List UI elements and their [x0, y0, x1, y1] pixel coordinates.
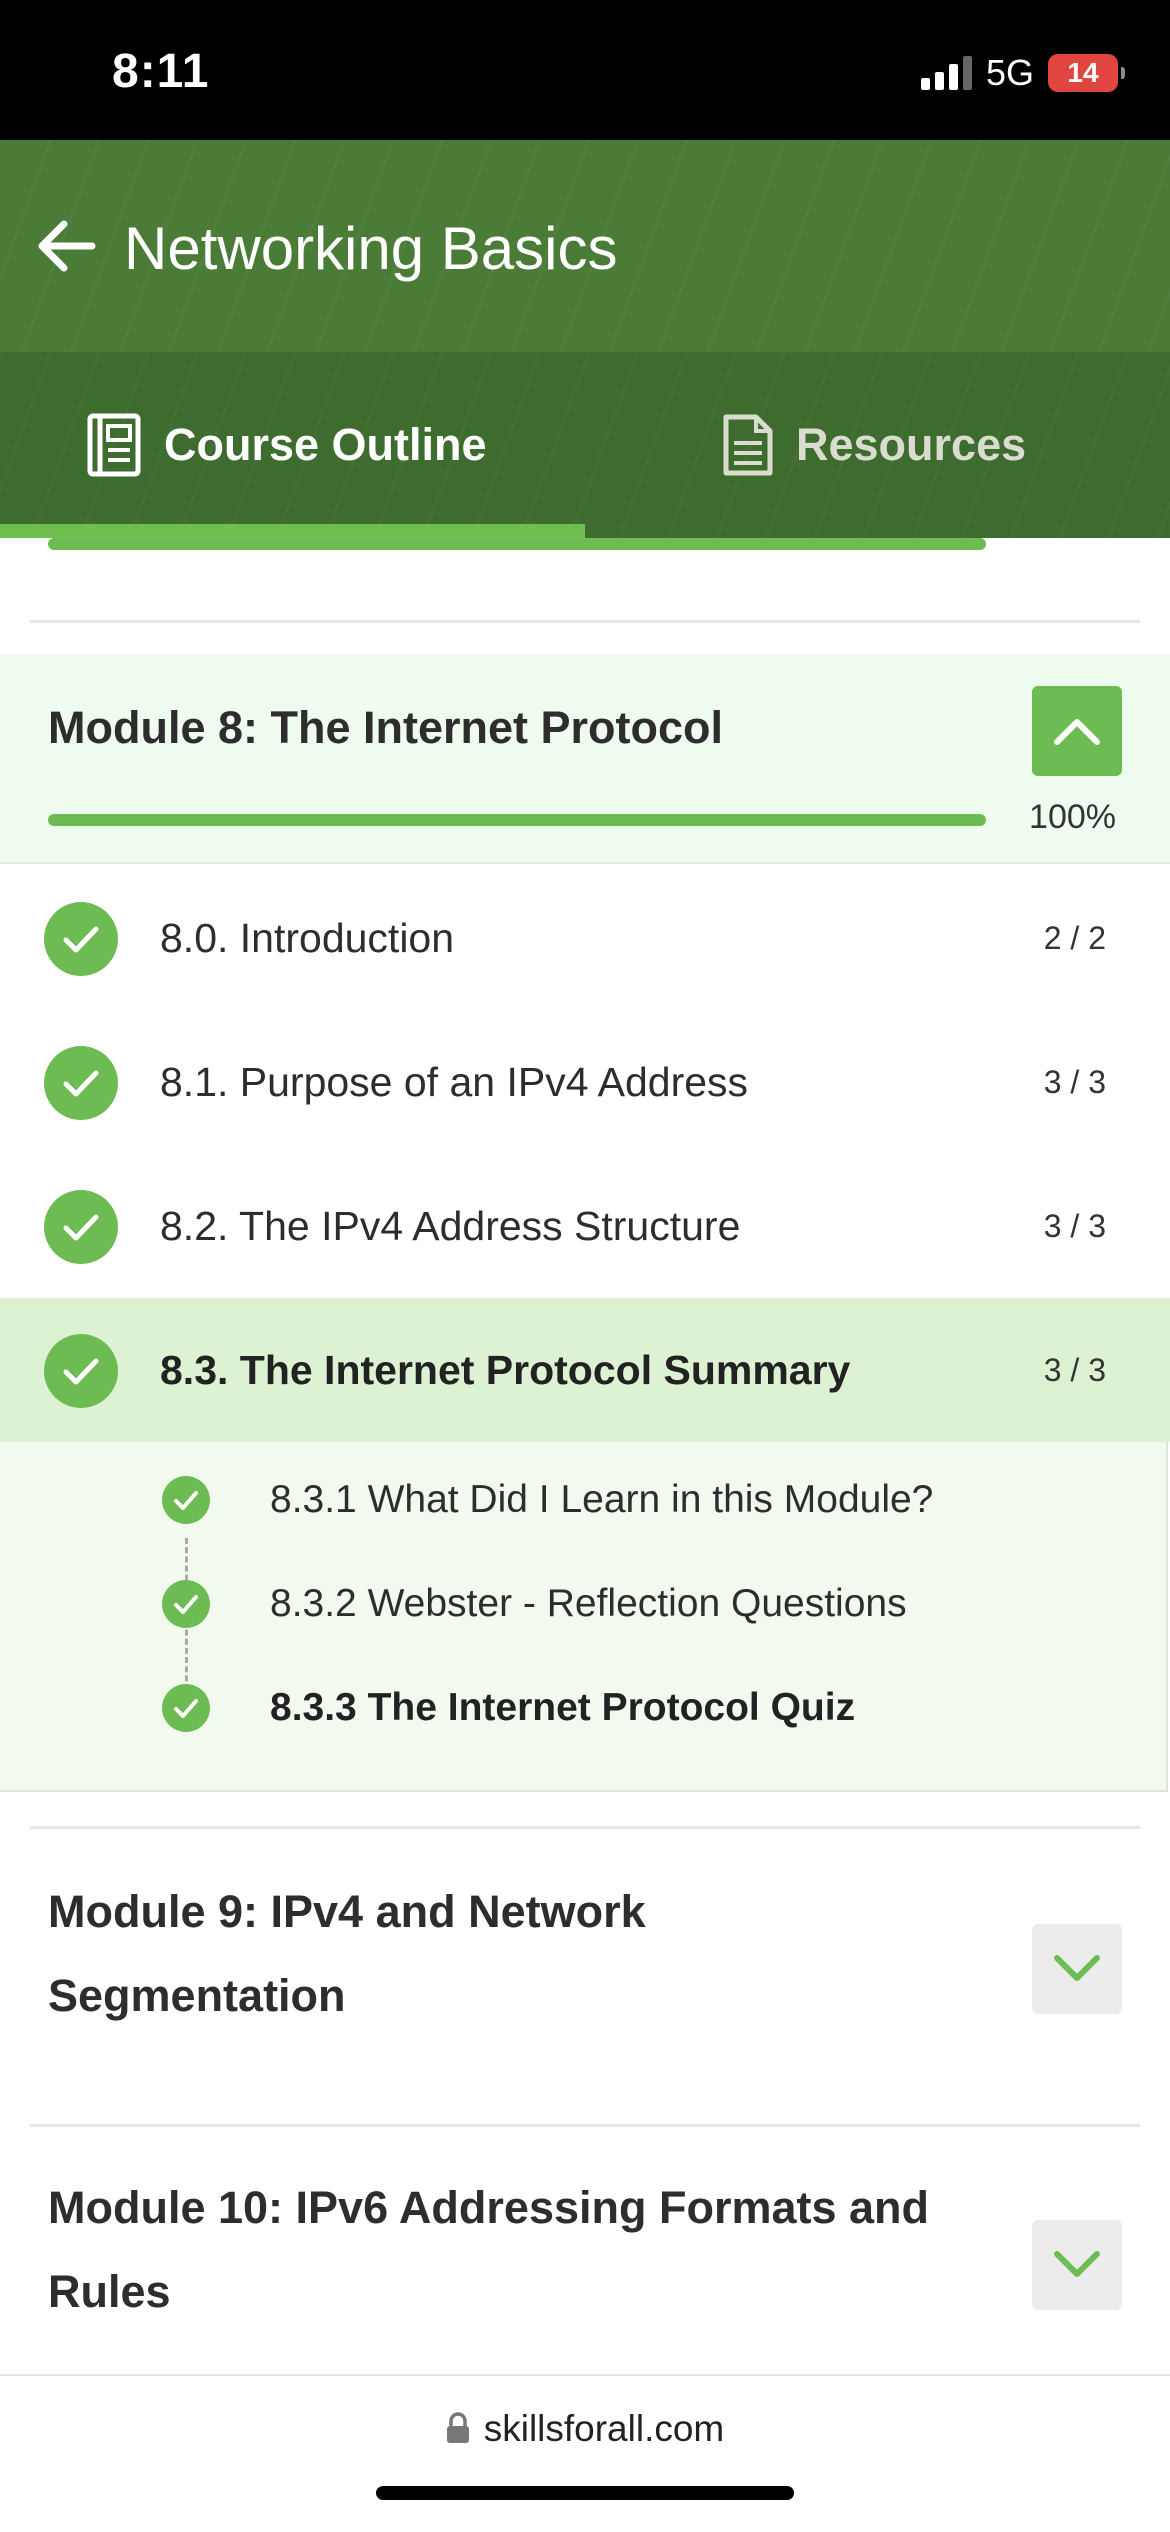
expand-button[interactable] — [1032, 1924, 1122, 2014]
app-header: Networking Basics — [0, 140, 1170, 352]
battery-level: 14 — [1067, 57, 1099, 88]
sub-item-label: 8.3.1 What Did I Learn in this Module? — [270, 1478, 934, 1521]
collapse-button[interactable] — [1032, 686, 1122, 776]
module-8-header[interactable]: Module 8: The Internet Protocol 100% — [0, 654, 1170, 864]
lesson-row[interactable]: 8.2. The IPv4 Address Structure 3 / 3 — [0, 1154, 1170, 1298]
book-icon — [87, 413, 141, 477]
sub-item-label: 8.3.2 Webster - Reflection Questions — [270, 1582, 907, 1625]
course-outline-list[interactable]: 100% Module 8: The Internet Protocol 100… — [0, 538, 1170, 2374]
lesson-row[interactable]: 8.1. Purpose of an IPv4 Address 3 / 3 — [0, 1010, 1170, 1154]
module-9-title-line2: Segmentation — [48, 1970, 346, 2021]
check-circle-icon — [44, 1046, 118, 1120]
module-9-header[interactable]: Module 9: IPv4 and Network Segmentation — [0, 1868, 1170, 2080]
sub-item[interactable]: 8.3.1 What Did I Learn in this Module? — [0, 1448, 1170, 1552]
divider — [30, 2124, 1140, 2127]
network-type: 5G — [985, 52, 1034, 93]
module-10-title-line1: Module 10: IPv6 Addressing Formats and — [48, 2182, 930, 2233]
expand-button[interactable] — [1032, 2220, 1122, 2310]
tab-resources-label: Resources — [796, 419, 1027, 470]
module-10-header[interactable]: Module 10: IPv6 Addressing Formats and R… — [0, 2164, 1170, 2374]
module-10-title-line2: Rules — [48, 2266, 171, 2317]
lesson-count: 2 / 2 — [1043, 919, 1106, 956]
module-8-progress-bar — [48, 814, 986, 826]
tab-course-outline[interactable]: Course Outline — [86, 352, 487, 538]
divider — [30, 1826, 1140, 1829]
divider — [30, 620, 1140, 623]
chevron-down-icon — [1054, 2251, 1100, 2277]
previous-module-progress-label: 100% — [1024, 538, 1116, 546]
home-indicator[interactable] — [376, 2486, 794, 2500]
lesson-label: 8.2. The IPv4 Address Structure — [160, 1202, 741, 1249]
tab-resources[interactable]: Resources — [722, 352, 1026, 538]
previous-module-progress-bar — [48, 538, 986, 550]
module-8-progress-label: 100% — [1029, 798, 1116, 836]
url-text: skillsforall.com — [483, 2408, 725, 2449]
lesson-count: 3 / 3 — [1043, 1063, 1106, 1100]
sub-item-current[interactable]: 8.3.3 The Internet Protocol Quiz — [0, 1656, 1170, 1760]
check-circle-icon — [162, 1684, 210, 1732]
url-display[interactable]: skillsforall.com — [0, 2408, 1170, 2450]
tab-bar: Course Outline Resources — [0, 352, 1170, 538]
sub-item-label: 8.3.3 The Internet Protocol Quiz — [270, 1686, 856, 1729]
sub-item-panel: 8.3.1 What Did I Learn in this Module? 8… — [0, 1442, 1168, 1792]
status-indicators: 5G 14 — [920, 52, 1125, 94]
battery-icon: 14 — [1048, 54, 1125, 92]
lock-icon — [446, 2412, 469, 2443]
lesson-row-active[interactable]: 8.3. The Internet Protocol Summary 3 / 3 — [0, 1298, 1170, 1442]
sub-item[interactable]: 8.3.2 Webster - Reflection Questions — [0, 1552, 1170, 1656]
chevron-up-icon — [1054, 719, 1100, 745]
check-circle-icon — [162, 1580, 210, 1628]
signal-icon — [920, 56, 972, 90]
browser-url-bar[interactable]: skillsforall.com — [0, 2374, 1170, 2532]
check-circle-icon — [44, 1190, 118, 1264]
lesson-label: 8.0. Introduction — [160, 914, 455, 961]
active-tab-indicator — [0, 524, 585, 538]
lesson-count: 3 / 3 — [1043, 1207, 1106, 1244]
check-circle-icon — [44, 902, 118, 976]
lesson-row[interactable]: 8.0. Introduction 2 / 2 — [0, 866, 1170, 1010]
page-title: Networking Basics — [124, 215, 618, 282]
document-icon — [723, 414, 773, 476]
back-arrow-icon[interactable] — [36, 218, 96, 274]
status-time: 8:11 — [112, 45, 210, 98]
lesson-label: 8.3. The Internet Protocol Summary — [160, 1346, 851, 1393]
check-circle-icon — [162, 1476, 210, 1524]
status-bar: 8:11 5G 14 — [0, 0, 1170, 140]
lesson-label: 8.1. Purpose of an IPv4 Address — [160, 1058, 749, 1105]
check-circle-icon — [44, 1334, 118, 1408]
lesson-count: 3 / 3 — [1043, 1351, 1106, 1388]
tab-course-outline-label: Course Outline — [164, 419, 487, 470]
module-9-title-line1: Module 9: IPv4 and Network — [48, 1886, 646, 1937]
chevron-down-icon — [1054, 1955, 1100, 1981]
module-8-title: Module 8: The Internet Protocol — [48, 702, 724, 753]
